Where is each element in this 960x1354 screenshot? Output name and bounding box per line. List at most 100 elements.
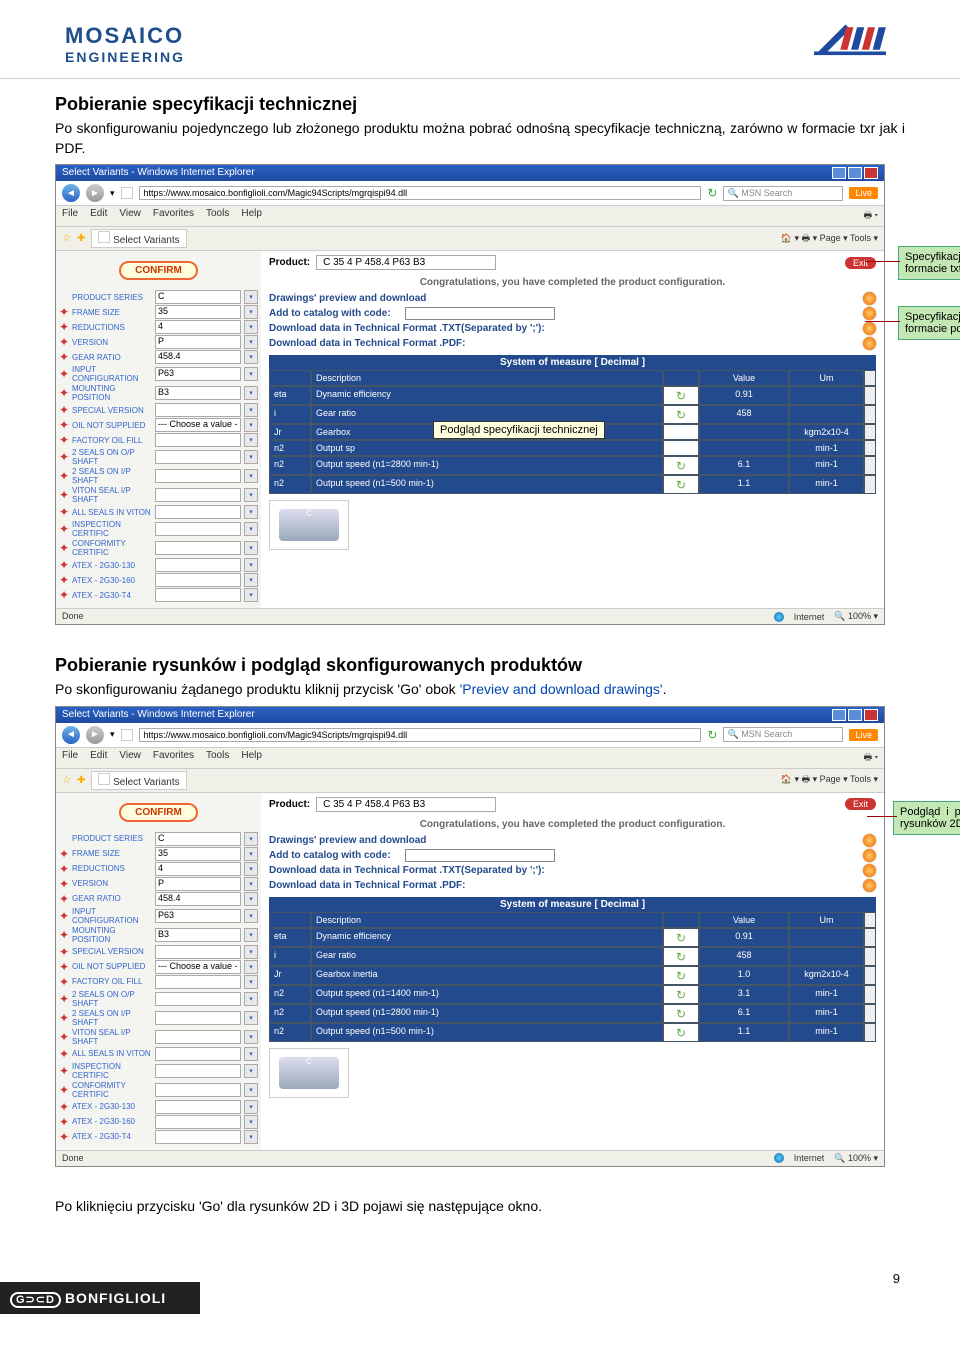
sidebar-input[interactable] xyxy=(155,1047,241,1061)
sidebar-input[interactable] xyxy=(155,573,241,587)
fav-icon[interactable]: ☆ xyxy=(62,775,71,786)
menu-item[interactable]: Edit xyxy=(90,208,107,224)
menu-item[interactable]: Favorites xyxy=(153,208,194,224)
go-icon[interactable] xyxy=(863,849,876,862)
page-tools[interactable]: 🏠 ▾ 🖶 ▾ Page ▾ Tools ▾ xyxy=(781,231,878,247)
fav-icon[interactable]: ☆ xyxy=(62,233,71,244)
dropdown-icon[interactable]: ▾ xyxy=(244,367,258,381)
status-zoom[interactable]: 🔍 100% ▾ xyxy=(834,611,878,622)
sidebar-input[interactable] xyxy=(155,975,241,989)
dropdown-icon[interactable]: ▾ xyxy=(244,960,258,974)
maximize-icon[interactable] xyxy=(848,167,862,179)
dropdown-icon[interactable]: ▾ xyxy=(244,832,258,846)
page-tools[interactable]: 🏠 ▾ 🖶 ▾ Page ▾ Tools ▾ xyxy=(781,772,878,788)
menu-item[interactable]: File xyxy=(62,750,78,766)
txt-link[interactable]: Download data in Technical Format .TXT(S… xyxy=(261,863,553,878)
dropdown-icon[interactable]: ▾ xyxy=(244,505,258,519)
dropdown-icon[interactable]: ▾ xyxy=(244,909,258,923)
dropdown-icon[interactable]: ▾ xyxy=(244,541,258,555)
sidebar-input[interactable] xyxy=(155,588,241,602)
dropdown-icon[interactable]: ▾ xyxy=(244,450,258,464)
live-button[interactable]: Live xyxy=(849,729,878,741)
menu-item[interactable]: Tools xyxy=(206,208,229,224)
exit-button[interactable]: Exit xyxy=(845,798,876,810)
dropdown-icon[interactable]: ▾ xyxy=(244,1011,258,1025)
sidebar-input[interactable]: B3 xyxy=(155,928,241,942)
minimize-icon[interactable] xyxy=(832,167,846,179)
sidebar-input[interactable] xyxy=(155,1064,241,1078)
catalog-link[interactable]: Add to catalog with code: xyxy=(261,848,399,863)
catalog-code-input[interactable] xyxy=(405,849,555,862)
minimize-icon[interactable] xyxy=(832,709,846,721)
search-box[interactable]: 🔍 MSN Search xyxy=(723,727,843,742)
refresh-icon[interactable] xyxy=(674,969,688,981)
menu-item[interactable]: Help xyxy=(241,750,262,766)
add-fav-icon[interactable]: ✚ xyxy=(77,233,85,244)
sidebar-input[interactable]: 4 xyxy=(155,320,241,334)
sidebar-input[interactable]: 35 xyxy=(155,305,241,319)
cell-icon[interactable] xyxy=(663,440,699,456)
window-buttons[interactable] xyxy=(832,167,878,179)
dropdown-icon[interactable]: ▾ xyxy=(244,1100,258,1114)
sidebar-input[interactable] xyxy=(155,450,241,464)
go-icon[interactable] xyxy=(863,292,876,305)
dropdown-icon[interactable]: ▾ xyxy=(244,862,258,876)
sidebar-input[interactable]: 458.4 xyxy=(155,892,241,906)
menu-item[interactable]: File xyxy=(62,208,78,224)
pdf-link[interactable]: Download data in Technical Format .PDF: xyxy=(261,336,474,351)
refresh-icon[interactable] xyxy=(674,1007,688,1019)
dropdown-icon[interactable]: ▾ xyxy=(244,1083,258,1097)
refresh-icon[interactable] xyxy=(674,931,688,943)
cell-icon[interactable] xyxy=(663,405,699,424)
confirm-button[interactable]: CONFIRM xyxy=(119,261,198,280)
close-icon[interactable] xyxy=(864,167,878,179)
cell-icon[interactable] xyxy=(663,1004,699,1023)
sidebar-input[interactable] xyxy=(155,992,241,1006)
sidebar-input[interactable]: B3 xyxy=(155,386,241,400)
dropdown-icon[interactable]: ▾ xyxy=(244,350,258,364)
dropdown-icon[interactable]: ▾ xyxy=(244,290,258,304)
cell-icon[interactable] xyxy=(663,1023,699,1042)
sidebar-input[interactable]: C xyxy=(155,290,241,304)
refresh-icon[interactable] xyxy=(674,478,688,490)
catalog-link[interactable]: Add to catalog with code: xyxy=(261,306,399,321)
forward-button[interactable]: ► xyxy=(86,726,104,744)
preview-thumbnail[interactable] xyxy=(269,500,349,550)
go-icon[interactable] xyxy=(863,337,876,350)
sidebar-input[interactable]: P xyxy=(155,335,241,349)
back-button[interactable]: ◄ xyxy=(62,726,80,744)
dropdown-icon[interactable]: ▾ xyxy=(244,433,258,447)
dropdown-icon[interactable]: ▾ xyxy=(244,1064,258,1078)
dropdown-icon[interactable]: ▾ xyxy=(244,305,258,319)
go-icon[interactable]: ↻ xyxy=(707,728,717,742)
dropdown-icon[interactable]: ▾ xyxy=(244,992,258,1006)
back-button[interactable]: ◄ xyxy=(62,184,80,202)
confirm-button[interactable]: CONFIRM xyxy=(119,803,198,822)
cell-icon[interactable] xyxy=(663,475,699,494)
go-icon[interactable] xyxy=(863,879,876,892)
cell-icon[interactable] xyxy=(663,966,699,985)
sidebar-input[interactable]: P63 xyxy=(155,367,241,381)
menu-item[interactable]: View xyxy=(119,750,141,766)
window-buttons[interactable] xyxy=(832,709,878,721)
catalog-code-input[interactable] xyxy=(405,307,555,320)
menu-item[interactable]: Favorites xyxy=(153,750,194,766)
txt-link[interactable]: Download data in Technical Format .TXT(S… xyxy=(261,321,553,336)
preview-thumbnail[interactable] xyxy=(269,1048,349,1098)
sidebar-input[interactable] xyxy=(155,1115,241,1129)
refresh-icon[interactable] xyxy=(674,988,688,1000)
dropdown-icon[interactable]: ▾ xyxy=(244,588,258,602)
maximize-icon[interactable] xyxy=(848,709,862,721)
dropdown-icon[interactable]: ▾ xyxy=(244,522,258,536)
sidebar-input[interactable] xyxy=(155,945,241,959)
go-icon[interactable] xyxy=(863,307,876,320)
dropdown-icon[interactable]: ▾ xyxy=(244,488,258,502)
dropdown-icon[interactable]: ▾ xyxy=(244,847,258,861)
tab[interactable]: Select Variants xyxy=(91,771,186,790)
preview-link[interactable]: Drawings' preview and download xyxy=(261,291,434,306)
sidebar-input[interactable]: 4 xyxy=(155,862,241,876)
menu-right[interactable]: 🖶 ▾ xyxy=(864,750,878,766)
dropdown-icon[interactable]: ▾ xyxy=(244,1047,258,1061)
cell-icon[interactable] xyxy=(663,424,699,440)
dropdown-icon[interactable]: ▾ xyxy=(244,928,258,942)
